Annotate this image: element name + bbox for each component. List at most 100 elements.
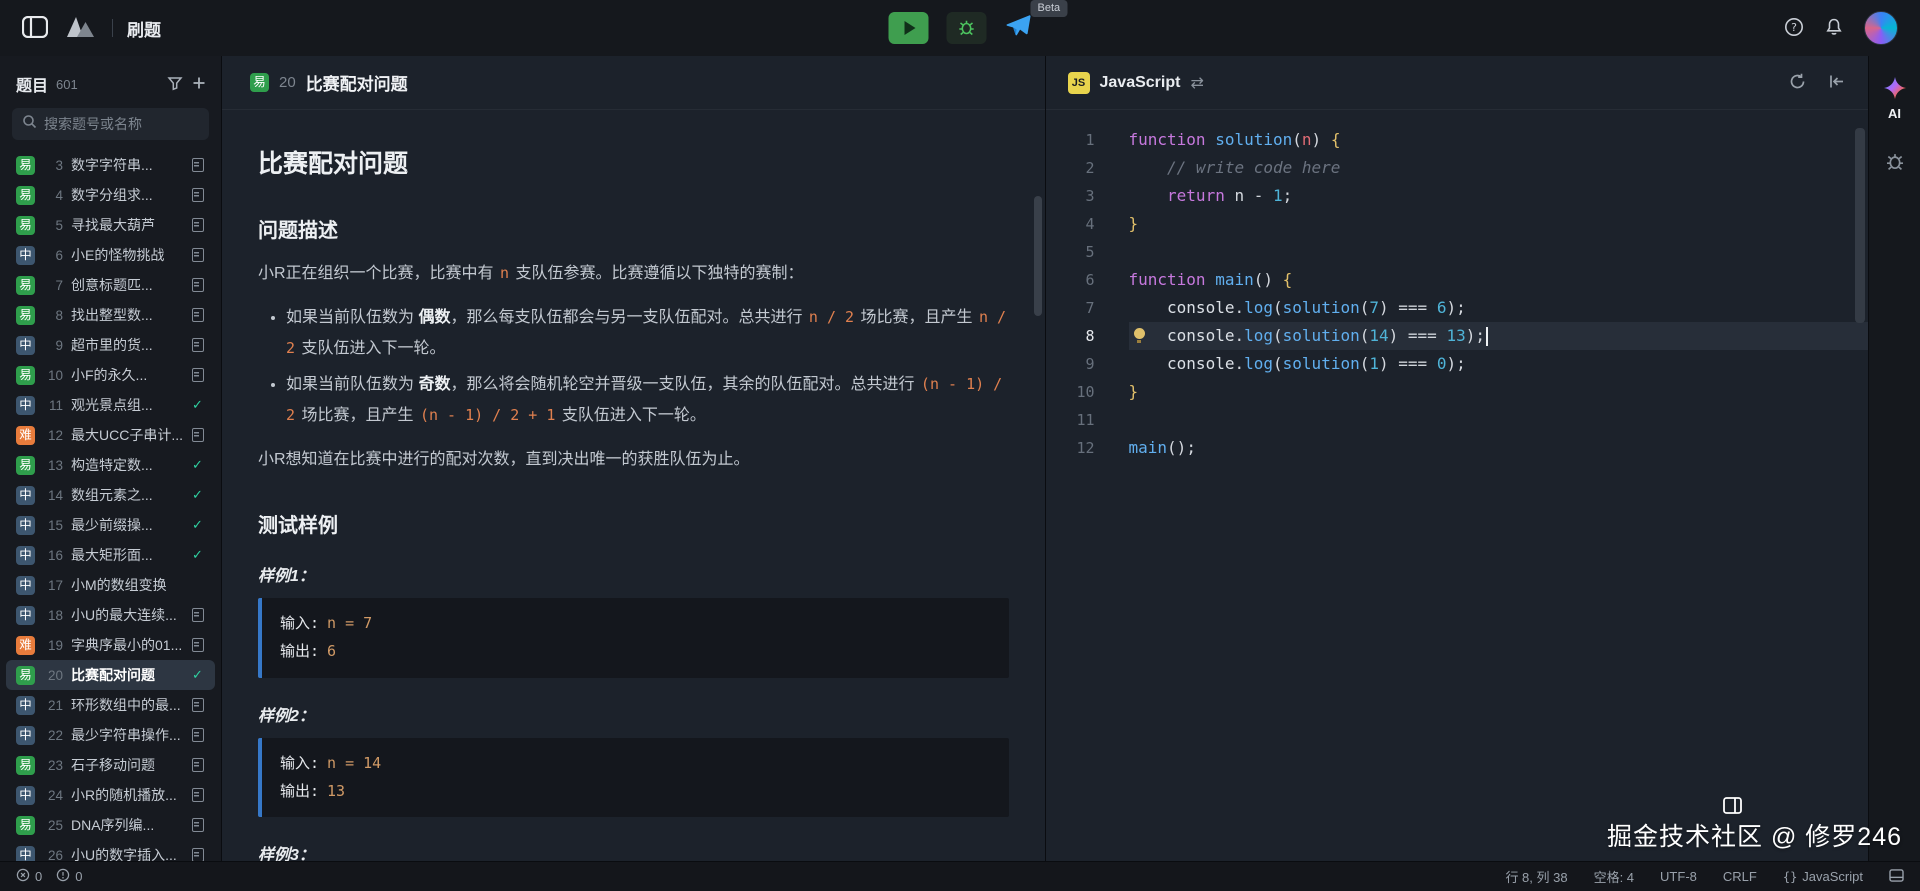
- problem-title: 石子移动问题: [71, 755, 182, 775]
- problem-scrollbar[interactable]: [1034, 196, 1042, 316]
- problem-list-item[interactable]: 难 19 字典序最小的01...: [6, 630, 215, 660]
- difficulty-badge: 易: [16, 276, 35, 295]
- statusbar-right: 行 8, 列 38 空格: 4 UTF-8 CRLF JavaScript: [1505, 867, 1904, 886]
- problem-list-item[interactable]: 中 6 小E的怪物挑战: [6, 240, 215, 270]
- notifications-button[interactable]: [1824, 17, 1844, 40]
- warnings-indicator[interactable]: 0: [56, 868, 82, 885]
- problem-list-item[interactable]: 中 18 小U的最大连续...: [6, 600, 215, 630]
- problem-list-item[interactable]: 易 3 数字字符串...: [6, 150, 215, 180]
- status-icon: [190, 608, 205, 622]
- problem-title: 寻找最大葫芦: [71, 215, 182, 235]
- problem-list-item[interactable]: 易 5 寻找最大葫芦: [6, 210, 215, 240]
- cursor-position[interactable]: 行 8, 列 38: [1505, 867, 1567, 886]
- sample: 样例1： 输入:n = 7 输出:6: [258, 562, 1009, 678]
- problem-panel: 易 20 比赛配对问题 比赛配对问题 问题描述 小R正在组织一个比赛，比赛中有 …: [222, 56, 1046, 861]
- problem-list-item[interactable]: 易 13 构造特定数...: [6, 450, 215, 480]
- problem-list-item[interactable]: 中 9 超市里的货...: [6, 330, 215, 360]
- status-icon: [190, 428, 205, 442]
- difficulty-badge: 易: [16, 156, 35, 175]
- difficulty-badge: 易: [16, 816, 35, 835]
- problem-number: 22: [43, 728, 63, 743]
- statusbar: 0 0 行 8, 列 38 空格: 4 UTF-8 CRLF JavaScrip…: [0, 861, 1920, 891]
- problem-title: 创意标题匹...: [71, 275, 182, 295]
- refresh-button[interactable]: [1788, 72, 1807, 94]
- panel-layout-button[interactable]: [1889, 869, 1904, 885]
- samples-heading: 测试样例: [258, 509, 1009, 538]
- problem-list-item[interactable]: 易 20 比赛配对问题: [6, 660, 215, 690]
- svg-text:?: ?: [1791, 21, 1797, 34]
- difficulty-badge: 易: [250, 73, 269, 92]
- status-icon: [190, 218, 205, 232]
- sidebar-toggle-button[interactable]: [22, 16, 48, 41]
- eol-setting[interactable]: CRLF: [1723, 869, 1757, 884]
- encoding-setting[interactable]: UTF-8: [1660, 869, 1697, 884]
- problem-title: 最少字符串操作...: [71, 725, 182, 745]
- problem-list-item[interactable]: 中 15 最少前缀操...: [6, 510, 215, 540]
- status-icon: [190, 547, 205, 563]
- reset-code-button[interactable]: [1827, 72, 1846, 94]
- rule-item: 如果当前队伍数为 奇数，那么将会随机轮空并晋级一支队伍，其余的队伍配对。总共进行…: [286, 370, 1009, 431]
- problem-number: 6: [43, 248, 63, 263]
- add-problem-button[interactable]: [191, 75, 207, 94]
- difficulty-badge: 中: [16, 786, 35, 805]
- topbar-divider: [112, 19, 113, 37]
- debug-button[interactable]: [947, 12, 987, 44]
- switch-language-icon[interactable]: [1190, 73, 1203, 93]
- problem-title: 小F的永久...: [71, 365, 182, 385]
- sample-block: 输入:n = 7 输出:6: [258, 598, 1009, 678]
- feedback-bug-button[interactable]: [1885, 151, 1905, 174]
- description-heading: 问题描述: [258, 214, 1009, 243]
- run-button[interactable]: [889, 12, 929, 44]
- problem-title: 字典序最小的01...: [71, 635, 182, 655]
- avatar[interactable]: [1864, 11, 1898, 45]
- rule-item: 如果当前队伍数为 偶数，那么每支队伍都会与另一支队伍配对。总共进行 n / 2 …: [286, 303, 1009, 364]
- editor-scrollbar[interactable]: [1855, 128, 1865, 323]
- input-value: n = 7: [327, 614, 372, 632]
- code-editor[interactable]: 1function solution(n) {2 // write code h…: [1046, 110, 1869, 861]
- problem-list-item[interactable]: 易 25 DNA序列编...: [6, 810, 215, 840]
- sample-label: 样例3：: [258, 841, 1009, 861]
- status-icon: [190, 158, 205, 172]
- problem-number: 3: [43, 158, 63, 173]
- problem-list-item[interactable]: 易 10 小F的永久...: [6, 360, 215, 390]
- status-icon: [190, 248, 205, 262]
- problem-list-item[interactable]: 易 23 石子移动问题: [6, 750, 215, 780]
- problem-number: 15: [43, 518, 63, 533]
- errors-indicator[interactable]: 0: [16, 868, 42, 885]
- problem-list-item[interactable]: 中 16 最大矩形面...: [6, 540, 215, 570]
- difficulty-badge: 中: [16, 486, 35, 505]
- problem-list-item[interactable]: 中 21 环形数组中的最...: [6, 690, 215, 720]
- problem-list-item[interactable]: 难 12 最大UCC子串计...: [6, 420, 215, 450]
- problem-list-item[interactable]: 中 26 小U的数字插入...: [6, 840, 215, 861]
- problem-list-item[interactable]: 中 14 数组元素之...: [6, 480, 215, 510]
- watermark-text: 掘金技术社区 @ 修罗246: [1607, 817, 1902, 853]
- status-icon: [190, 487, 205, 503]
- reset-code-icon: [1827, 72, 1846, 94]
- problem-list-item[interactable]: 易 7 创意标题匹...: [6, 270, 215, 300]
- problem-number: 21: [43, 698, 63, 713]
- indent-setting[interactable]: 空格: 4: [1594, 867, 1634, 886]
- problem-list-item[interactable]: 中 11 观光景点组...: [6, 390, 215, 420]
- problem-number: 12: [43, 428, 63, 443]
- problem-list-item[interactable]: 中 17 小M的数组变换: [6, 570, 215, 600]
- plus-icon: [191, 75, 207, 94]
- difficulty-badge: 中: [16, 576, 35, 595]
- problem-list-item[interactable]: 易 4 数字分组求...: [6, 180, 215, 210]
- filter-button[interactable]: [167, 75, 183, 94]
- problem-number: 25: [43, 818, 63, 833]
- help-button[interactable]: ?: [1784, 17, 1804, 40]
- sample-block: 输入:n = 14 输出:13: [258, 738, 1009, 818]
- input-label: 输入:: [280, 614, 319, 632]
- problem-list-item[interactable]: 中 22 最少字符串操作...: [6, 720, 215, 750]
- language-mode[interactable]: JavaScript: [1783, 869, 1863, 884]
- problem-content: 比赛配对问题 问题描述 小R正在组织一个比赛，比赛中有 n 支队伍参赛。比赛遵循…: [222, 110, 1045, 861]
- refresh-icon: [1788, 72, 1807, 94]
- share-button[interactable]: Beta: [1005, 13, 1032, 43]
- ai-assistant-button[interactable]: AI: [1883, 76, 1907, 121]
- status-icon: [190, 517, 205, 533]
- sidebar-toggle-icon: [22, 16, 48, 41]
- output-label: 输出:: [280, 782, 319, 800]
- problem-list-item[interactable]: 易 8 找出整型数...: [6, 300, 215, 330]
- problem-list-item[interactable]: 中 24 小R的随机播放...: [6, 780, 215, 810]
- search-input[interactable]: [44, 116, 199, 132]
